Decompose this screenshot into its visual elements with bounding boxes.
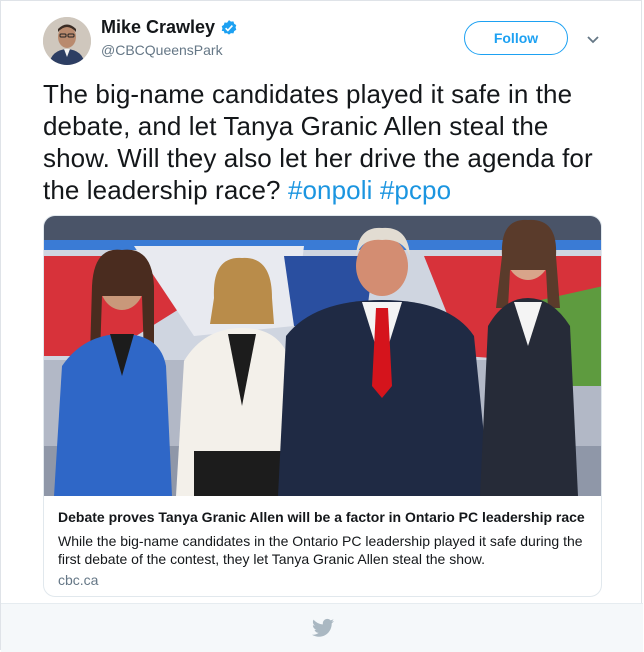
tweet-card: Mike Crawley @CBCQueensPark Follow The b… <box>0 0 643 652</box>
hashtag-onpoli[interactable]: #onpoli <box>288 175 373 205</box>
author-display-name[interactable]: Mike Crawley <box>101 17 215 38</box>
author-name-row[interactable]: Mike Crawley <box>101 17 238 38</box>
avatar[interactable] <box>43 17 91 65</box>
author-handle[interactable]: @CBCQueensPark <box>101 42 223 58</box>
follow-button[interactable]: Follow <box>464 21 568 55</box>
link-preview-card[interactable]: Debate proves Tanya Granic Allen will be… <box>43 215 602 597</box>
twitter-bird-icon[interactable] <box>312 618 334 638</box>
chevron-down-icon[interactable] <box>585 31 601 47</box>
footer-bar <box>1 603 643 652</box>
hashtag-pcpo[interactable]: #pcpo <box>380 175 451 205</box>
card-domain: cbc.ca <box>58 572 99 588</box>
verified-badge-icon <box>221 19 237 35</box>
card-description: While the big-name candidates in the Ont… <box>58 533 583 567</box>
card-image <box>44 216 601 496</box>
card-title[interactable]: Debate proves Tanya Granic Allen will be… <box>58 509 593 525</box>
tweet-text: The big-name candidates played it safe i… <box>43 78 618 206</box>
